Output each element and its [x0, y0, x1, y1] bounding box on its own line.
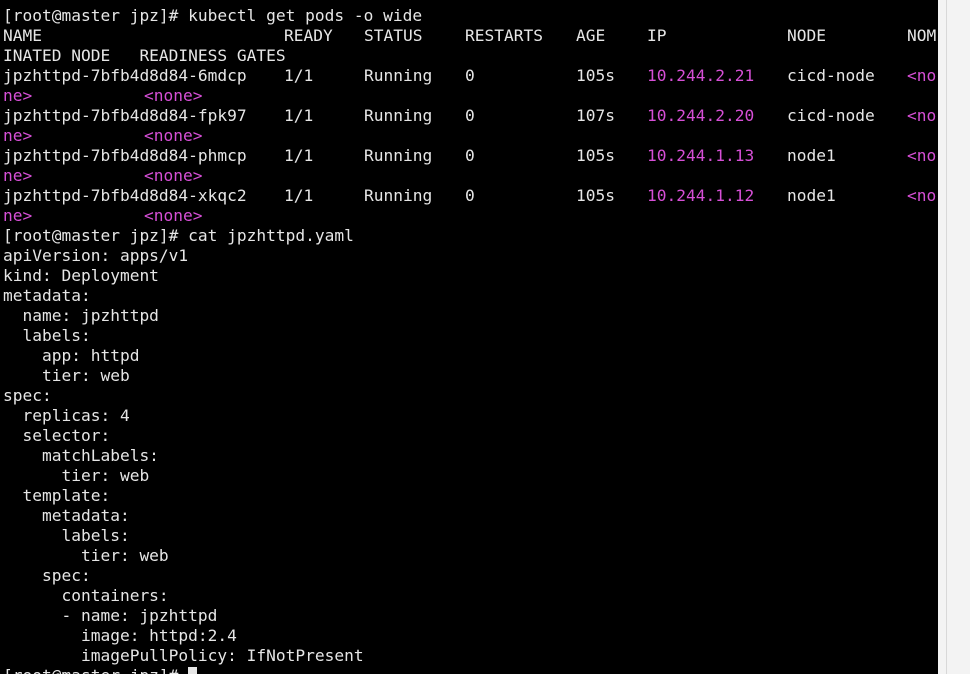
- yaml-line: selector:: [3, 426, 111, 445]
- pod-ip: 10.244.2.20: [647, 106, 755, 125]
- pod-name: jpzhttpd-7bfb4d8d84-6mdcp: [3, 66, 247, 85]
- table-row-wrap: ne> <none>: [3, 206, 202, 226]
- pod-age: 105s: [576, 186, 615, 205]
- table-row-wrap: ne> <none>: [3, 166, 202, 186]
- pod-ready: 1/1: [284, 186, 314, 205]
- table-row-wrap: ne> <none>: [3, 126, 202, 146]
- yaml-line: replicas: 4: [3, 406, 130, 425]
- yaml-line: apiVersion: apps/v1: [3, 246, 189, 265]
- table-row: jpzhttpd-7bfb4d8d84-fpk97 1/1 Running 0 …: [3, 106, 936, 126]
- table-row: jpzhttpd-7bfb4d8d84-phmcp 1/1 Running 0 …: [3, 146, 936, 166]
- pod-nominated: <no: [907, 106, 937, 125]
- yaml-line: spec:: [3, 566, 91, 585]
- yaml-line: - name: jpzhttpd: [3, 606, 218, 625]
- pod-status: Running: [364, 146, 433, 165]
- table-header: NAME READY STATUS RESTARTS AGE IP NODE N…: [3, 26, 936, 46]
- pod-nominated: <no: [907, 186, 937, 205]
- yaml-line: labels:: [3, 526, 130, 545]
- yaml-line: name: jpzhttpd: [3, 306, 159, 325]
- pod-name: jpzhttpd-7bfb4d8d84-fpk97: [3, 106, 247, 125]
- yaml-line: tier: web: [3, 546, 169, 565]
- pod-status: Running: [364, 106, 433, 125]
- pod-ip: 10.244.1.13: [647, 146, 755, 165]
- pod-node: node1: [787, 146, 836, 165]
- pod-ready: 1/1: [284, 106, 314, 125]
- pod-age: 105s: [576, 66, 615, 85]
- yaml-line: labels:: [3, 326, 91, 345]
- pod-status: Running: [364, 66, 433, 85]
- pod-nominated-wrap: ne>: [3, 206, 33, 225]
- pod-age: 105s: [576, 146, 615, 165]
- col-nominated-header: NOM: [907, 26, 937, 45]
- pod-nominated-wrap: ne>: [3, 126, 33, 145]
- pod-name: jpzhttpd-7bfb4d8d84-xkqc2: [3, 186, 247, 205]
- col-restarts-header: RESTARTS: [465, 26, 543, 45]
- pod-ready: 1/1: [284, 146, 314, 165]
- col-ip-header: IP: [647, 26, 667, 45]
- pod-nominated: <no: [907, 66, 937, 85]
- pod-ready: 1/1: [284, 66, 314, 85]
- terminal-window[interactable]: [root@master jpz]# kubectl get pods -o w…: [0, 0, 938, 674]
- yaml-line: matchLabels:: [3, 446, 159, 465]
- yaml-line: containers:: [3, 586, 169, 605]
- pod-readiness-gates: <none>: [144, 206, 203, 225]
- yaml-line: template:: [3, 486, 111, 505]
- pod-restarts: 0: [465, 106, 475, 125]
- yaml-line: kind: Deployment: [3, 266, 159, 285]
- table-row: jpzhttpd-7bfb4d8d84-6mdcp 1/1 Running 0 …: [3, 66, 936, 86]
- yaml-line: imagePullPolicy: IfNotPresent: [3, 646, 364, 665]
- col-name-header: NAME: [3, 26, 42, 45]
- pod-readiness-gates: <none>: [144, 166, 203, 185]
- col-ready-header: READY: [284, 26, 333, 45]
- pod-nominated: <no: [907, 146, 937, 165]
- scrollbar-track[interactable]: [946, 0, 947, 674]
- window-gutter: [938, 0, 970, 674]
- pod-status: Running: [364, 186, 433, 205]
- pod-age: 107s: [576, 106, 615, 125]
- pod-restarts: 0: [465, 186, 475, 205]
- yaml-line: image: httpd:2.4: [3, 626, 237, 645]
- yaml-line: tier: web: [3, 466, 150, 485]
- prompt-text: [root@master jpz]#: [3, 666, 188, 674]
- yaml-line: app: httpd: [3, 346, 140, 365]
- pod-node: cicd-node: [787, 106, 875, 125]
- table-header-wrap: INATED NODE READINESS GATES: [3, 46, 286, 65]
- shell-prompt[interactable]: [root@master jpz]#: [3, 666, 198, 674]
- pod-ip: 10.244.2.21: [647, 66, 755, 85]
- pod-restarts: 0: [465, 146, 475, 165]
- yaml-line: metadata:: [3, 286, 91, 305]
- pod-name: jpzhttpd-7bfb4d8d84-phmcp: [3, 146, 247, 165]
- table-row: jpzhttpd-7bfb4d8d84-xkqc2 1/1 Running 0 …: [3, 186, 936, 206]
- yaml-line: tier: web: [3, 366, 130, 385]
- pod-node: node1: [787, 186, 836, 205]
- pod-readiness-gates: <none>: [144, 86, 203, 105]
- text-cursor: [188, 667, 198, 674]
- pod-nominated-wrap: ne>: [3, 86, 33, 105]
- pod-restarts: 0: [465, 66, 475, 85]
- table-row-wrap: ne> <none>: [3, 86, 202, 106]
- yaml-line: metadata:: [3, 506, 130, 525]
- command-line: [root@master jpz]# cat jpzhttpd.yaml: [3, 226, 354, 245]
- col-status-header: STATUS: [364, 26, 423, 45]
- pod-nominated-wrap: ne>: [3, 166, 33, 185]
- col-node-header: NODE: [787, 26, 826, 45]
- pod-readiness-gates: <none>: [144, 126, 203, 145]
- yaml-line: spec:: [3, 386, 52, 405]
- command-line: [root@master jpz]# kubectl get pods -o w…: [3, 6, 423, 25]
- pod-ip: 10.244.1.12: [647, 186, 755, 205]
- col-age-header: AGE: [576, 26, 606, 45]
- pod-node: cicd-node: [787, 66, 875, 85]
